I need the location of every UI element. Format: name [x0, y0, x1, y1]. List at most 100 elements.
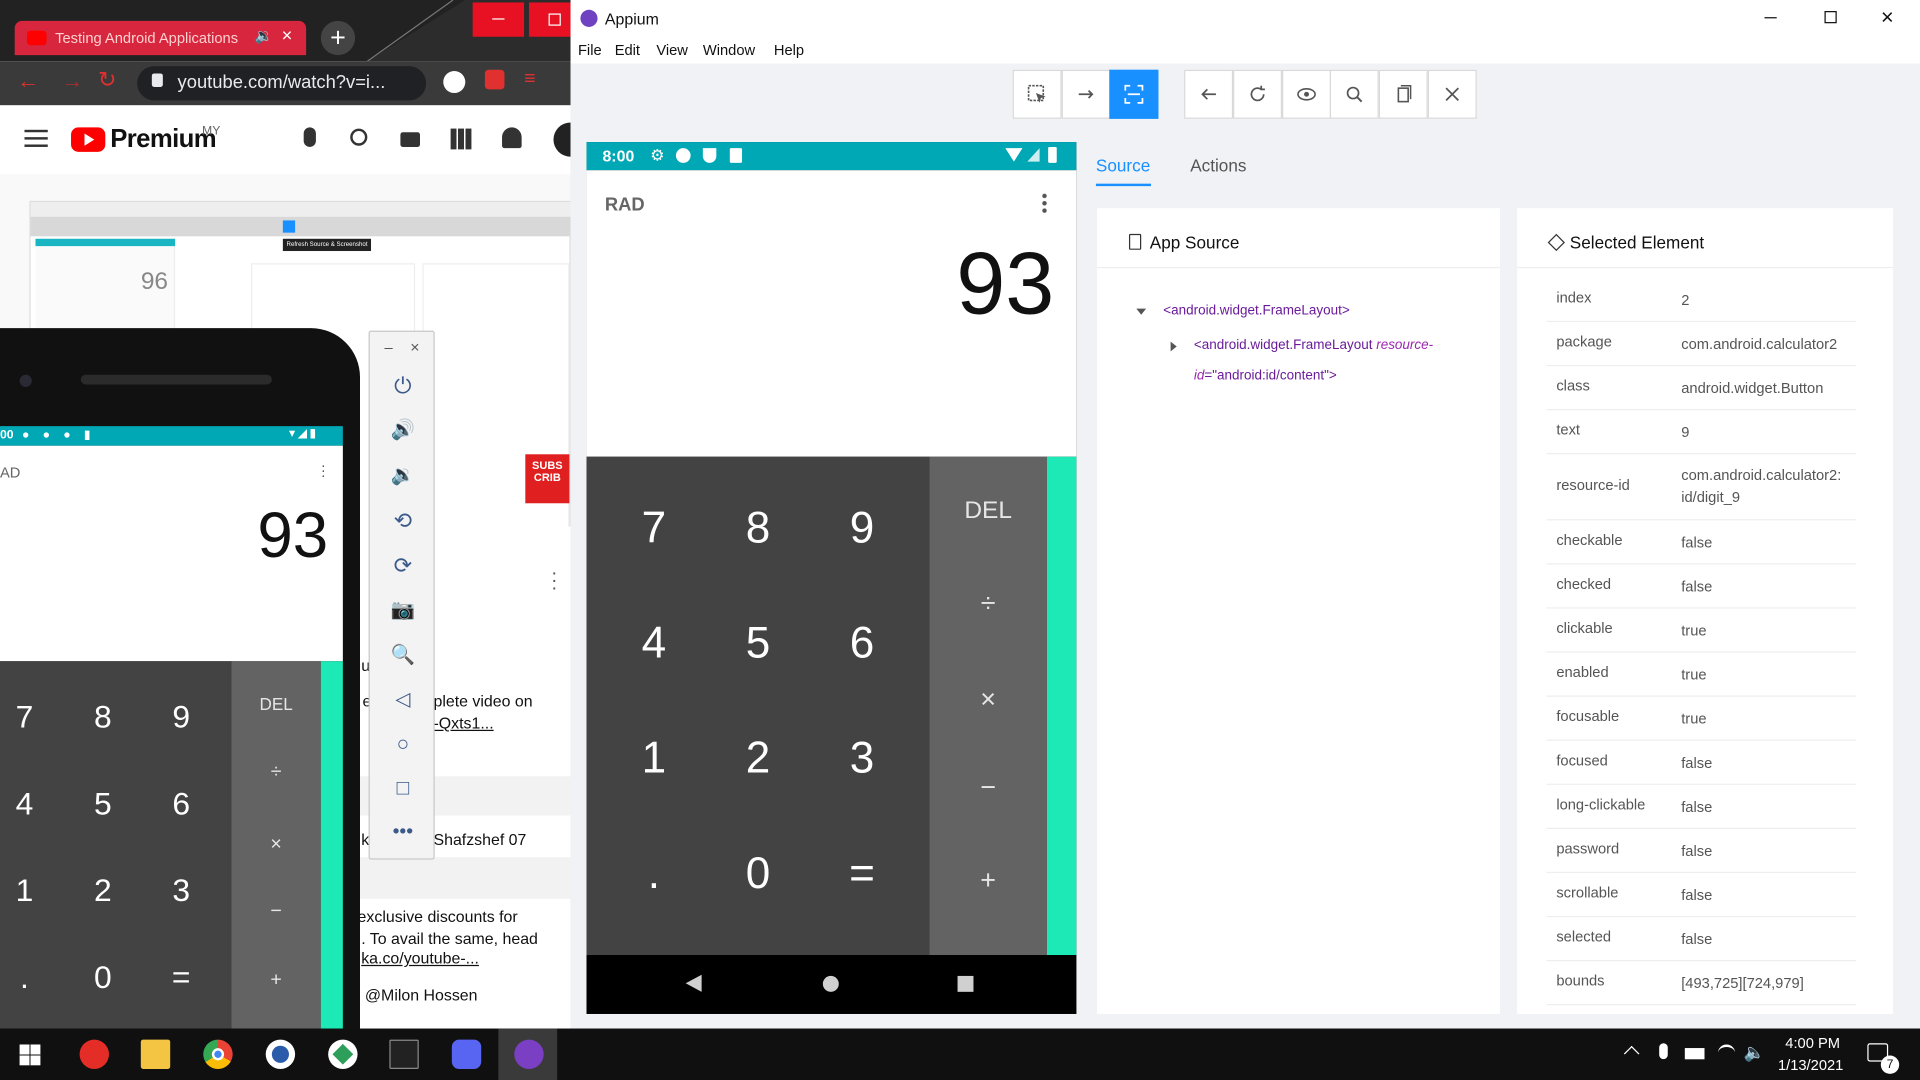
create-video-icon[interactable]	[400, 132, 421, 147]
emulator-key-11[interactable]: =	[157, 959, 206, 997]
device-key-0[interactable]: 7	[617, 502, 690, 553]
address-bar[interactable]: youtube.com/watch?v=i...	[137, 66, 427, 101]
emulator-overflow-icon[interactable]: · · ·	[321, 458, 326, 482]
device-overflow-icon[interactable]	[1042, 192, 1047, 215]
search-icon[interactable]	[350, 128, 368, 146]
emulator-op-key-2[interactable]: ×	[231, 834, 320, 856]
device-key-1[interactable]: 8	[721, 502, 794, 553]
microphone-icon[interactable]	[303, 127, 316, 147]
video-more-icon[interactable]: · · ·	[551, 564, 558, 598]
emulator-key-1[interactable]: 8	[78, 698, 127, 736]
windows-start-icon[interactable]	[19, 1044, 41, 1066]
nav-back-icon[interactable]	[685, 974, 702, 992]
emulator-minimize-icon[interactable]: –	[384, 339, 392, 356]
emulator-key-5[interactable]: 6	[157, 785, 206, 823]
desc-link[interactable]: ka.co/youtube-...	[361, 949, 479, 967]
device-key-4[interactable]: 5	[721, 617, 794, 668]
youtube-app-icon[interactable]	[79, 1039, 109, 1069]
volume-tray-icon[interactable]: 🔈	[1744, 1042, 1765, 1063]
file-explorer-icon[interactable]	[140, 1039, 171, 1069]
menu-help[interactable]: Help	[774, 42, 804, 59]
maximize-icon[interactable]	[1824, 11, 1837, 24]
device-key-8[interactable]: 3	[825, 732, 898, 783]
emulator-close-icon[interactable]: ×	[410, 338, 419, 356]
tab-close-icon[interactable]: ×	[282, 26, 293, 47]
emulator-key-2[interactable]: 9	[157, 698, 206, 736]
wifi-tray-icon[interactable]	[1717, 1044, 1736, 1061]
apps-grid-icon[interactable]	[450, 128, 472, 150]
tree-node-child[interactable]: <android.widget.FrameLayout resource-	[1194, 338, 1433, 353]
device-key-6[interactable]: 1	[617, 732, 690, 783]
puzzle-extension-icon[interactable]	[484, 69, 505, 90]
camera-icon[interactable]: 📷	[389, 598, 416, 625]
device-op-key-0[interactable]: DEL	[929, 497, 1047, 525]
tree-node-root[interactable]: <android.widget.FrameLayout>	[1163, 304, 1349, 319]
volume-down-icon[interactable]: 🔉	[389, 463, 416, 490]
device-key-11[interactable]: =	[825, 847, 898, 898]
emulator-key-3[interactable]: 4	[0, 785, 49, 823]
hamburger-menu-icon[interactable]	[24, 129, 48, 147]
reload-icon[interactable]: ↻	[98, 67, 116, 93]
minimize-icon[interactable]	[1764, 17, 1777, 19]
device-key-3[interactable]: 4	[617, 617, 690, 668]
menu-window[interactable]: Window	[703, 42, 755, 59]
emulator-key-7[interactable]: 2	[78, 872, 127, 910]
emulator-key-0[interactable]: 7	[0, 698, 49, 736]
rotate-right-icon[interactable]: ⟳	[389, 553, 416, 580]
back-arrow-icon[interactable]: ←	[17, 69, 39, 95]
mic-tray-icon[interactable]	[1659, 1043, 1668, 1060]
battery-tray-icon[interactable]	[1684, 1048, 1705, 1060]
nav-overview-icon[interactable]	[957, 975, 974, 992]
back-icon[interactable]: ◁	[389, 687, 416, 714]
new-tab-button[interactable]: +	[320, 20, 356, 56]
emulator-op-key-0[interactable]: DEL	[231, 694, 320, 714]
volume-up-icon[interactable]: 🔊	[389, 418, 416, 445]
tab-audio-icon[interactable]: 🔉	[255, 27, 273, 44]
device-key-2[interactable]: 9	[825, 502, 898, 553]
emulator-key-8[interactable]: 3	[157, 872, 206, 910]
notifications-bell-icon[interactable]	[502, 127, 522, 149]
tree-toggle-expanded-icon[interactable]	[1136, 308, 1147, 315]
tree-node-child-line2[interactable]: id="android:id/content">	[1194, 369, 1337, 384]
tree-toggle-collapsed-icon[interactable]	[1170, 341, 1177, 352]
power-icon[interactable]: ⏻	[389, 373, 416, 400]
desc-mention[interactable]: @Milon Hossen	[365, 986, 478, 1004]
tap-coordinates-button[interactable]	[1109, 69, 1159, 119]
emulator-key-10[interactable]: 0	[78, 959, 127, 997]
emulator-key-4[interactable]: 5	[78, 785, 127, 823]
discord-icon[interactable]	[451, 1039, 482, 1069]
browser-tab[interactable]: Testing Android Applications 🔉 ×	[14, 20, 307, 56]
device-key-10[interactable]: 0	[721, 847, 794, 898]
menu-file[interactable]: File	[578, 42, 602, 59]
window-maximize-button[interactable]	[528, 2, 571, 37]
overview-icon[interactable]: □	[389, 776, 416, 803]
app-icon-green[interactable]	[328, 1039, 358, 1069]
taskbar-time[interactable]: 4:00 PM	[1785, 1035, 1840, 1052]
home-icon[interactable]: ○	[389, 732, 416, 759]
emulator-op-key-1[interactable]: ÷	[231, 762, 320, 784]
swipe-button[interactable]	[1061, 69, 1111, 119]
app-icon-blue[interactable]	[265, 1039, 296, 1069]
menu-edit[interactable]: Edit	[615, 42, 640, 59]
zoom-icon[interactable]: 🔍	[389, 643, 416, 670]
device-op-key-2[interactable]: ×	[929, 683, 1047, 715]
taskbar-date[interactable]: 1/13/2021	[1778, 1057, 1843, 1074]
device-key-5[interactable]: 6	[825, 617, 898, 668]
close-icon[interactable]: ×	[1881, 5, 1894, 31]
youtube-logo-icon[interactable]	[71, 127, 106, 152]
forward-arrow-icon[interactable]: →	[61, 69, 83, 95]
search-button[interactable]	[1329, 69, 1379, 119]
device-key-9[interactable]: .	[617, 847, 690, 898]
quit-session-button[interactable]	[1427, 69, 1477, 119]
back-button[interactable]	[1184, 69, 1234, 119]
video-desc-line2[interactable]: -Qxts1...	[433, 714, 493, 732]
device-op-key-3[interactable]: −	[929, 771, 1047, 803]
terminal-icon[interactable]	[389, 1039, 419, 1069]
emulator-key-9[interactable]: .	[0, 959, 49, 997]
device-op-key-4[interactable]: +	[929, 864, 1047, 896]
refresh-button[interactable]	[1233, 69, 1283, 119]
menu-view[interactable]: View	[656, 42, 688, 59]
emulator-key-6[interactable]: 1	[0, 872, 49, 910]
playlist-extension-icon[interactable]: ≡	[524, 69, 535, 91]
more-icon[interactable]: •••	[389, 822, 416, 849]
